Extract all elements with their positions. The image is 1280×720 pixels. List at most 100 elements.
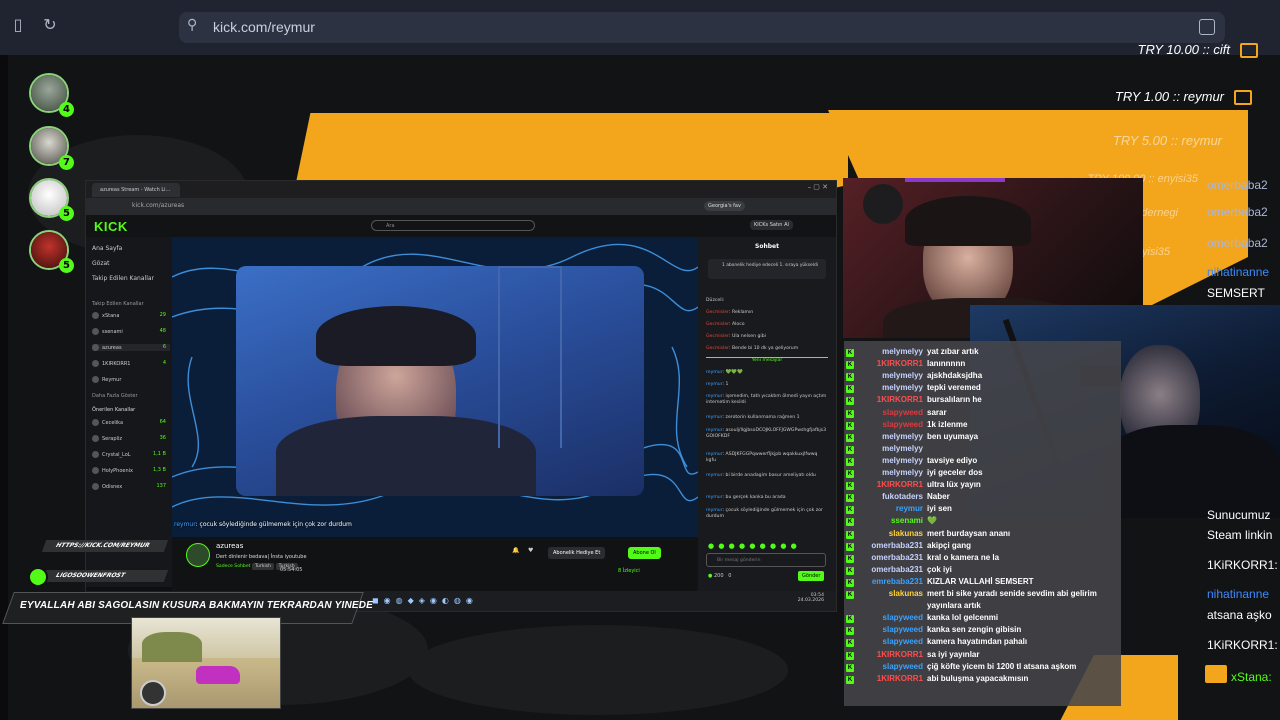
bell-icon[interactable]: 🔔: [512, 547, 519, 554]
chat-line: Kssenami 💚: [846, 516, 937, 527]
sidebar-channel[interactable]: Odisnex 137: [92, 483, 170, 490]
captured-tab[interactable]: azureas Stream - Watch Li...: [92, 183, 180, 197]
chat-line: K 1KIRKORR1 bursalıların he: [846, 395, 982, 406]
chat-text: abi buluşma yapacakmısın: [927, 673, 1029, 683]
kick-badge-icon: K: [846, 591, 854, 599]
gift-sub-button[interactable]: Abonelik Hediye Et: [548, 547, 606, 559]
kick-badge-icon: K: [846, 397, 854, 406]
social-link-label: LIGOSOOWENFROST: [41, 570, 169, 582]
taskbar-clock: 03:54 24.03.2026: [797, 593, 824, 603]
window-controls-icon[interactable]: – ▢ ✕: [808, 183, 828, 191]
chat-text: tepki veremed: [927, 383, 981, 393]
kick-badge-icon: K: [846, 651, 854, 660]
chat-line: Kfukotaders Naber: [846, 492, 950, 503]
chat-line: Kslakunas mert burdaysan ananı: [846, 529, 1010, 539]
chat-line: K 1KIRKORR1 sa iyi yayınlar: [846, 650, 979, 660]
chat-line: Kmelymelyy tepki veremed: [846, 383, 981, 394]
sidebar-channel[interactable]: azureas 6: [92, 344, 170, 351]
side-chat-line: atsana aşko: [1207, 608, 1272, 622]
site-info-icon[interactable]: ⚲: [187, 17, 197, 33]
chat-caption: reymur: çocuk söylediğinde gülmemek için…: [174, 521, 352, 528]
tabs-icon[interactable]: [1199, 19, 1215, 35]
sidebar-channel[interactable]: xStana 29: [92, 312, 170, 319]
heart-icon[interactable]: ♥: [528, 547, 533, 554]
chat-text: iyi geceler dos: [927, 468, 983, 477]
donation-item: TRY 10.00 :: cift: [1137, 42, 1258, 59]
sidebar-channel[interactable]: Reymur: [92, 376, 170, 383]
new-messages-divider: Yeni mesajlar: [706, 357, 828, 363]
kick-logo[interactable]: KICK: [94, 219, 128, 234]
sidebar-channel[interactable]: Cecelika 64: [92, 419, 170, 426]
chat-message: reymur: asoulj/llgjbsoDCOJKLOFFJGWGPwshg…: [706, 428, 827, 439]
captured-address-bar[interactable]: kick.com/azureas Georgia's fav: [86, 198, 836, 215]
donation-text: TRY 10.00 :: cift: [1137, 42, 1231, 57]
captured-url[interactable]: kick.com/azureas: [132, 202, 184, 209]
chat-message: Gecmisler: Aloco: [706, 322, 745, 327]
chat-line: Komerbaba231 kral o kamera ne la: [846, 553, 999, 563]
captured-tabbar: azureas Stream - Watch Li... – ▢ ✕: [86, 181, 836, 198]
sidebar-channel[interactable]: Serapliz 36: [92, 435, 170, 442]
sidebar-icon[interactable]: ▯: [7, 14, 29, 36]
kick-search-input[interactable]: Ara: [371, 220, 535, 231]
chat-input[interactable]: Bir mesaj gönderin: [706, 553, 826, 567]
chat-username: melymelyy: [882, 383, 923, 393]
chat-username: 1KIRKORR1: [876, 359, 923, 369]
chat-message: Gecmisler: Reklamın: [706, 310, 754, 315]
chat-text: Naber: [927, 492, 950, 502]
chat-line: Kslapyweed sarar: [846, 408, 947, 418]
kick-badge-icon: K: [846, 518, 854, 527]
chat-username: 1KIRKORR1: [876, 480, 923, 490]
sidebar-channel[interactable]: HolyPhoenix 1,3 B: [92, 467, 170, 474]
chat-line: K 1KIRKORR1 lanınnnnn: [846, 359, 966, 370]
sidebar-channel[interactable]: ssenami 48: [92, 328, 170, 335]
chat-line: Komerbaba231 çok iyi: [846, 565, 952, 575]
streamer-avatar[interactable]: [186, 543, 210, 567]
address-url[interactable]: kick.com/reymur: [213, 19, 315, 35]
side-chat-line: 1KiRKORR1:: [1207, 638, 1278, 652]
sidebar-channel[interactable]: 1KIRKORR1 4: [92, 360, 170, 367]
crown-icon: [1205, 665, 1227, 683]
streamer-name[interactable]: azureas: [216, 542, 243, 550]
kick-video-player[interactable]: [172, 237, 698, 537]
kicks-button[interactable]: KICKs Satın Al: [750, 220, 793, 230]
chat-username: fukotaders: [882, 492, 923, 502]
chat-text: sarar: [927, 407, 947, 417]
reload-icon[interactable]: ↻: [39, 14, 61, 36]
chat-username: slapyweed: [882, 419, 923, 429]
chat-line: Kmelymelyy ben uyumaya: [846, 432, 978, 442]
nav-home[interactable]: Ana Sayfa: [92, 245, 122, 252]
sidebar-channel[interactable]: Crystal_LoL 1,1 B: [92, 451, 170, 458]
side-chat-line: nihatinanne: [1207, 587, 1270, 601]
nav-browse[interactable]: Gözat: [92, 260, 110, 267]
profile-button[interactable]: Georgia's fav: [704, 201, 745, 211]
nav-following[interactable]: Takip Edilen Kanallar: [92, 275, 154, 282]
chat-text: lanınnnnn: [927, 359, 966, 369]
chat-text: KIZLAR VALLAHİ SEMSERT: [927, 576, 1034, 586]
taskbar-apps[interactable]: ◼◉◍◆◈◉◐◍◉: [372, 596, 478, 605]
side-chat-line: omerbaba2: [1207, 205, 1268, 219]
emote-bar[interactable]: ● ● ● ● ● ● ● ● ●: [708, 542, 826, 550]
side-chat-line: SEMSERT: [1207, 286, 1265, 300]
avatar-badge: 5: [59, 206, 74, 221]
chat-line: Kslapyweed kanka lol gelcenmi: [846, 613, 998, 624]
kick-badge-icon: K: [846, 542, 854, 551]
chat-line: Kemrebaba231 KIZLAR VALLAHİ SEMSERT: [846, 577, 1034, 587]
kick-badge-icon: K: [846, 349, 854, 357]
kick-badge-icon: K: [846, 663, 854, 672]
avatar-badge: 5: [59, 258, 74, 273]
chat-line: Kmelymelyy yat zıbar artık: [846, 347, 979, 357]
show-more-link[interactable]: Daha Fazla Göster: [92, 393, 138, 399]
chat-message: reymur: işemedim, tatlı yıcaktım ölmedi …: [706, 394, 827, 405]
chat-username: melymelyy: [882, 371, 923, 381]
minimap-icon: [140, 680, 166, 706]
chat-line: Kyayınlara artık: [846, 601, 981, 611]
chat-text: iyi sen: [927, 504, 952, 514]
chat-username: slapyweed: [882, 407, 923, 417]
chat-username: 1KIRKORR1: [876, 395, 923, 405]
chat-line: Kmelymelyy tavsiye ediyo: [846, 456, 977, 466]
kick-badge-icon: K: [846, 421, 854, 430]
address-bar[interactable]: ⚲ kick.com/reymur: [179, 12, 1225, 43]
avatar-badge: 7: [59, 155, 74, 170]
subscribe-button[interactable]: Abone Ol: [628, 547, 661, 559]
send-button[interactable]: Gönder: [798, 571, 825, 581]
